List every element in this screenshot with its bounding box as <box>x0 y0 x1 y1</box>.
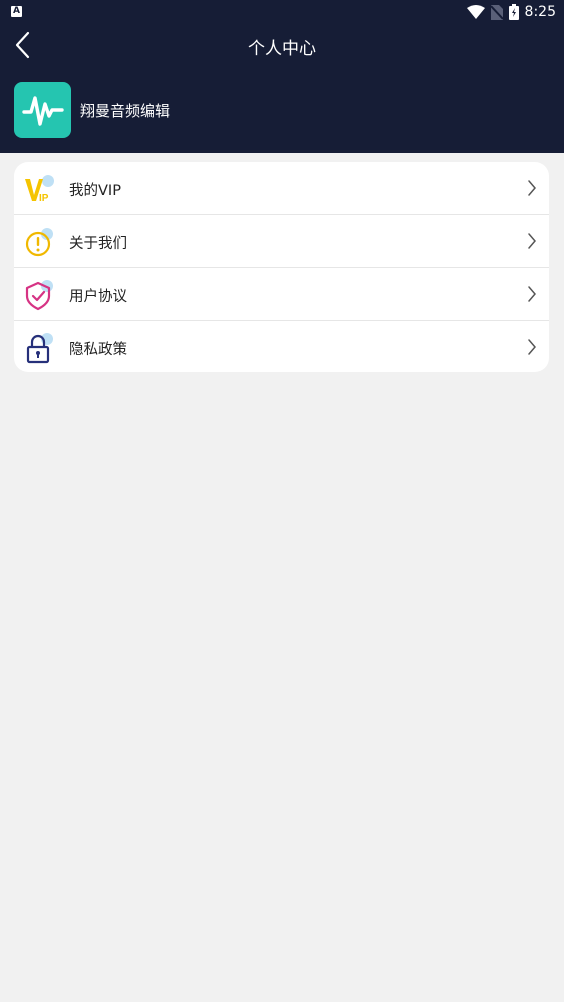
status-bar: A 8:25 <box>0 0 564 24</box>
status-icons: 8:25 <box>461 3 556 21</box>
chevron-right-icon <box>528 233 536 249</box>
header-bar: A 8:25 个人中心 翔曼音频编辑 <box>0 0 564 153</box>
menu-item-about[interactable]: 关于我们 <box>14 215 549 268</box>
menu-item-privacy-policy[interactable]: 隐私政策 <box>14 321 549 372</box>
page-title: 个人中心 <box>248 39 316 59</box>
app-logo <box>14 82 71 138</box>
chevron-right-icon <box>528 339 536 355</box>
menu-item-label: 我的VIP <box>69 183 121 199</box>
menu-item-label: 隐私政策 <box>69 342 127 358</box>
chevron-right-icon <box>528 286 536 302</box>
notification-a-icon: A <box>11 6 22 17</box>
info-exclamation-icon <box>25 228 53 257</box>
svg-text:IP: IP <box>39 193 49 204</box>
chevron-right-icon <box>528 180 536 196</box>
vip-icon: IP <box>25 175 54 204</box>
waveform-icon <box>21 96 64 126</box>
lock-icon <box>26 333 53 364</box>
battery-charging-icon <box>508 4 519 20</box>
no-sim-icon <box>490 4 503 20</box>
shield-check-icon <box>25 280 53 311</box>
menu-item-label: 用户协议 <box>69 289 127 305</box>
menu-item-label: 关于我们 <box>69 236 127 252</box>
menu-item-user-agreement[interactable]: 用户协议 <box>14 268 549 321</box>
menu-list: IP 我的VIP 关于我们 用户协议 隐私政策 <box>14 162 549 372</box>
status-time: 8:25 <box>524 4 556 20</box>
wifi-icon <box>466 5 485 19</box>
app-name: 翔曼音频编辑 <box>80 102 171 120</box>
menu-item-vip[interactable]: IP 我的VIP <box>14 162 549 215</box>
